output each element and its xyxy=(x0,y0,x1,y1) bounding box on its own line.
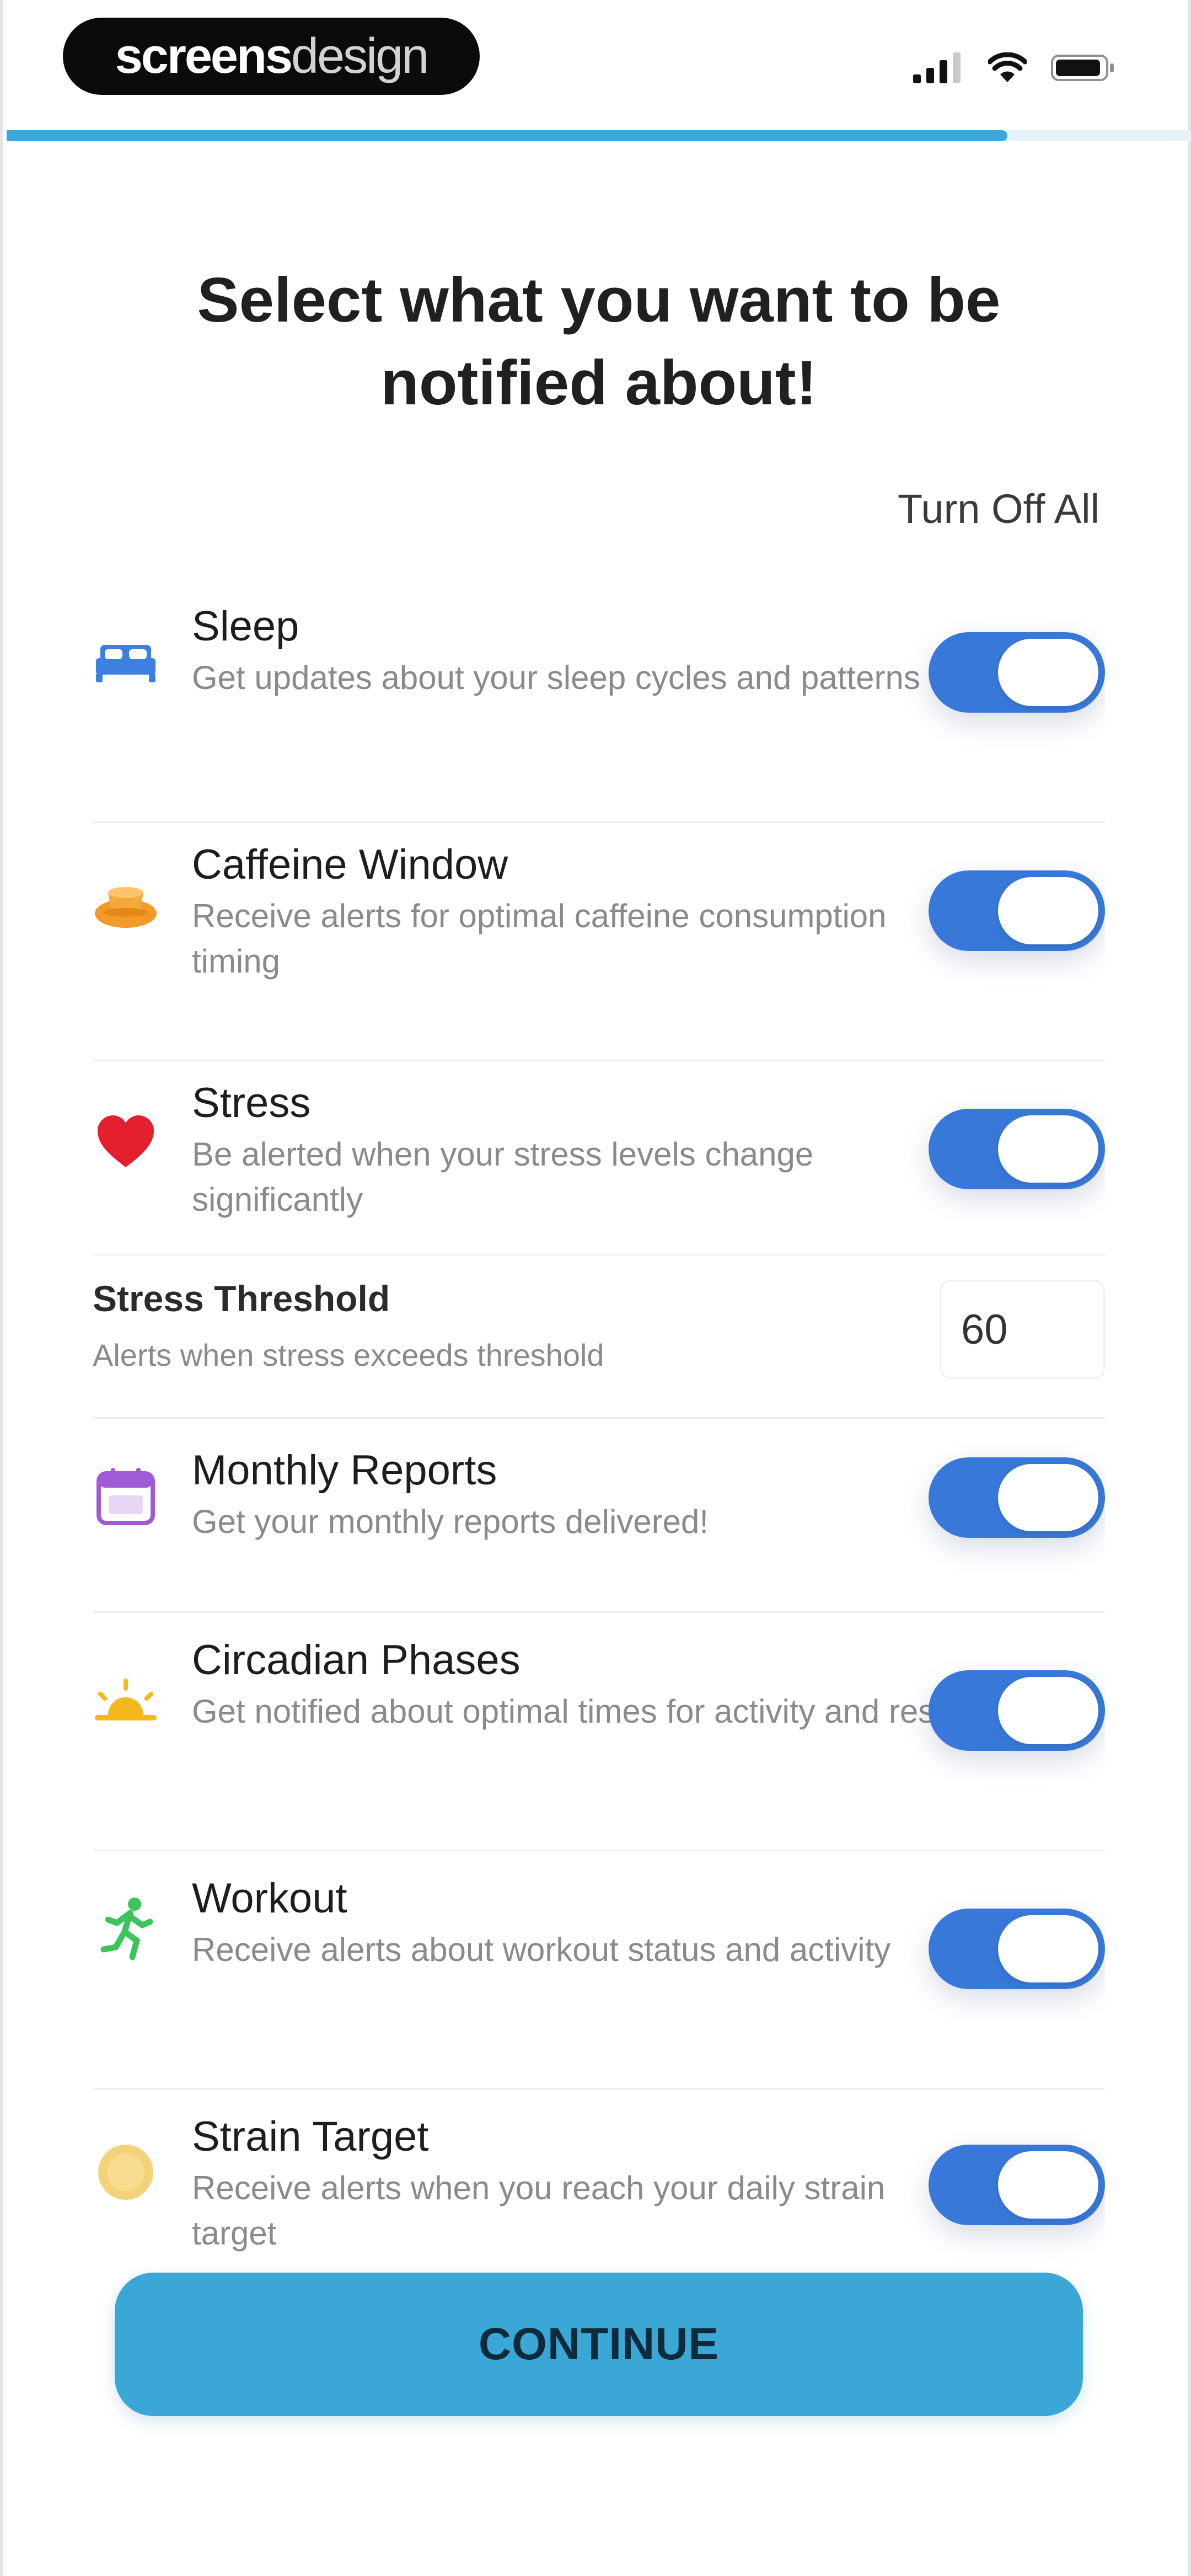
list-item-description: Get updates about your sleep cycles and … xyxy=(192,659,920,696)
list-item-circadian-phases: Circadian Phases Get notified about opti… xyxy=(93,1613,1105,1851)
list-item-stress: Stress Be alerted when your stress level… xyxy=(93,1061,1105,1255)
list-item-workout: Workout Receive alerts about workout sta… xyxy=(93,1851,1105,2089)
toggle-knob xyxy=(998,1115,1098,1183)
toggle-knob xyxy=(998,877,1098,944)
list-item-sleep: Sleep Get updates about your sleep cycle… xyxy=(93,585,1105,823)
list-item-text: Workout Receive alerts about workout sta… xyxy=(192,1873,964,1973)
stress-threshold-title: Stress Threshold xyxy=(93,1278,390,1319)
list-item-description: Get your monthly reports delivered! xyxy=(192,1503,709,1540)
list-item-title: Strain Target xyxy=(192,2113,429,2160)
coffee-icon xyxy=(93,870,159,937)
monthly-reports-toggle[interactable] xyxy=(929,1457,1105,1538)
phone-screen: screens design Select what you want to b… xyxy=(0,0,1191,2576)
list-item-text: Sleep Get updates about your sleep cycle… xyxy=(192,601,964,701)
stress-threshold-row: Stress Threshold Alerts when stress exce… xyxy=(93,1255,1105,1419)
heart-icon xyxy=(93,1109,159,1175)
turn-off-all-button[interactable]: Turn Off All xyxy=(898,485,1099,532)
status-icons xyxy=(913,49,1117,87)
stress-threshold-input[interactable] xyxy=(940,1280,1105,1379)
brand-logo-bold: screens xyxy=(115,28,293,84)
list-item-text: Circadian Phases Get notified about opti… xyxy=(192,1635,964,1734)
list-item-text: Stress Be alerted when your stress level… xyxy=(192,1078,964,1222)
battery-icon xyxy=(1051,55,1114,81)
list-item-strain-target: Strain Target Receive alerts when you re… xyxy=(93,2089,1105,2267)
list-item-title: Caffeine Window xyxy=(192,841,508,888)
cellular-signal-icon xyxy=(913,52,961,83)
continue-button[interactable]: CONTINUE xyxy=(115,2273,1083,2416)
toggle-knob xyxy=(998,1464,1098,1531)
page-title: Select what you want to be notified abou… xyxy=(197,265,1001,418)
list-item-text: Strain Target Receive alerts when you re… xyxy=(192,2112,964,2256)
list-item-caffeine-window: Caffeine Window Receive alerts for optim… xyxy=(93,823,1105,1061)
wifi-icon xyxy=(988,52,1027,82)
caffeine-window-toggle[interactable] xyxy=(929,870,1105,951)
sun-icon xyxy=(93,1668,159,1734)
list-item-description: Receive alerts for optimal caffeine cons… xyxy=(192,897,887,980)
list-item-description: Be alerted when your stress levels chang… xyxy=(192,1136,814,1218)
list-item-text: Caffeine Window Receive alerts for optim… xyxy=(192,840,964,984)
running-icon xyxy=(93,1896,159,1963)
list-item-description: Get notified about optimal times for act… xyxy=(192,1693,944,1730)
toggle-knob xyxy=(998,1677,1098,1744)
list-item-title: Stress xyxy=(192,1079,311,1126)
stress-threshold-description: Alerts when stress exceeds threshold xyxy=(93,1338,604,1372)
stress-toggle[interactable] xyxy=(929,1109,1105,1189)
list-item-title: Workout xyxy=(192,1875,347,1922)
list-item-title: Circadian Phases xyxy=(192,1637,521,1684)
toggle-knob xyxy=(998,639,1098,706)
list-item-text: Monthly Reports Get your monthly reports… xyxy=(192,1445,964,1544)
progress-bar xyxy=(7,130,1191,141)
workout-toggle[interactable] xyxy=(929,1909,1105,1989)
brand-logo-light: design xyxy=(291,28,429,84)
progress-bar-fill xyxy=(7,130,1008,141)
list-item-description: Receive alerts about workout status and … xyxy=(192,1931,891,1968)
circadian-phases-toggle[interactable] xyxy=(929,1670,1105,1751)
list-item-description: Receive alerts when you reach your daily… xyxy=(192,2169,886,2252)
notification-list: Sleep Get updates about your sleep cycle… xyxy=(93,585,1105,2267)
calendar-icon xyxy=(93,1463,159,1529)
list-item-title: Monthly Reports xyxy=(192,1447,497,1494)
list-item-title: Sleep xyxy=(192,603,299,650)
toggle-knob xyxy=(998,1915,1098,1982)
brand-logo: screens design xyxy=(63,18,480,95)
bed-icon xyxy=(93,627,159,693)
status-bar: screens design xyxy=(3,0,1191,121)
toggle-knob xyxy=(998,2151,1098,2219)
sleep-toggle[interactable] xyxy=(929,632,1105,713)
strain-target-toggle[interactable] xyxy=(929,2145,1105,2225)
list-item-monthly-reports: Monthly Reports Get your monthly reports… xyxy=(93,1419,1105,1613)
strain-circle-icon xyxy=(93,2139,159,2205)
